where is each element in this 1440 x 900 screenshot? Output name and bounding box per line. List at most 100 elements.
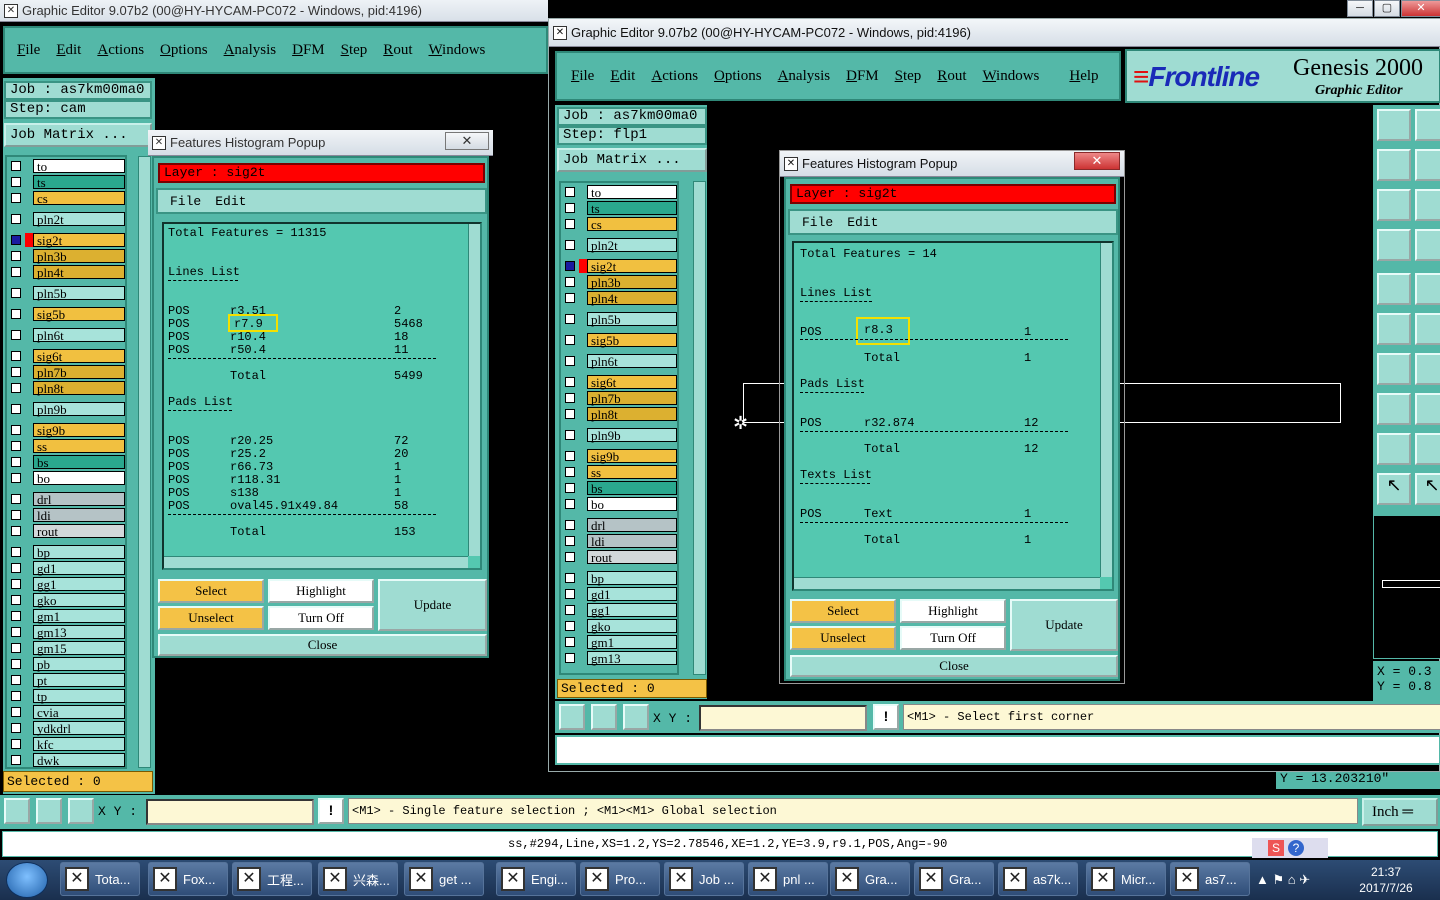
menu-windows[interactable]: Windows (428, 42, 485, 59)
layer-name[interactable]: bs (33, 455, 125, 470)
menu-dfm[interactable]: DFM (292, 42, 325, 59)
layer-checkbox[interactable] (11, 457, 21, 467)
measure-icon[interactable] (36, 798, 62, 824)
layer-row[interactable]: pln8t (7, 381, 125, 396)
menu-help[interactable]: Help (1069, 68, 1098, 85)
layer-checkbox[interactable] (11, 691, 21, 701)
layer-row[interactable]: pb (7, 657, 125, 672)
layer-row[interactable]: sig5b (7, 307, 125, 322)
layer-row[interactable]: bo (7, 471, 125, 486)
toolbar-icon-12[interactable] (1415, 313, 1440, 345)
measure-icon[interactable] (591, 704, 617, 730)
layer-checkbox[interactable] (565, 653, 575, 663)
layer-row[interactable]: bo (561, 497, 677, 512)
update-button[interactable]: Update (378, 579, 487, 631)
toolbar-icon-6[interactable] (1415, 189, 1440, 221)
layer-row[interactable]: kfc (7, 737, 125, 752)
layer-name[interactable]: pln5b (33, 286, 125, 301)
window1-titlebar[interactable]: ✕ Graphic Editor 9.07b2 (00@HY-HYCAM-PC0… (0, 0, 548, 22)
layer-row[interactable]: bs (7, 455, 125, 470)
menu-edit[interactable]: Edit (56, 42, 81, 59)
layer-name[interactable]: rout (587, 550, 677, 565)
layer-row[interactable]: gm1 (561, 635, 677, 650)
layer-row[interactable]: gd1 (7, 561, 125, 576)
layer-checkbox[interactable] (11, 659, 21, 669)
layer-row[interactable]: gd1 (561, 587, 677, 602)
vertical-scrollbar[interactable] (468, 224, 480, 556)
layer-name[interactable]: gm1 (33, 609, 125, 624)
taskbar-item[interactable]: ✕ Micr... (1086, 862, 1166, 896)
layer-checkbox[interactable] (565, 499, 575, 509)
layer-row[interactable]: ss (561, 465, 677, 480)
layer-checkbox[interactable] (565, 520, 575, 530)
highlight-button[interactable]: Highlight (268, 579, 374, 603)
toolbar-icon-7[interactable] (1377, 229, 1411, 261)
toolbar-icon-14[interactable] (1415, 353, 1440, 385)
layer-checkbox[interactable] (11, 707, 21, 717)
layer-row[interactable]: pln5b (7, 286, 125, 301)
layer-checkbox[interactable] (11, 235, 21, 245)
layer-row[interactable]: cs (7, 191, 125, 206)
layer-row[interactable]: sig6t (7, 349, 125, 364)
layer-row[interactable]: pln3b (561, 275, 677, 290)
layer-row[interactable]: pln2t (7, 212, 125, 227)
layer-row[interactable]: cs (561, 217, 677, 232)
layer-name[interactable]: pln5b (587, 312, 677, 327)
menu-rout[interactable]: Rout (937, 68, 966, 85)
toolbar-icon-2[interactable] (1415, 109, 1440, 141)
layer-name[interactable]: ss (33, 439, 125, 454)
layer-name[interactable]: pb (33, 657, 125, 672)
layer-name[interactable]: ts (33, 175, 125, 190)
layer-row[interactable]: bp (7, 545, 125, 560)
layer-row[interactable]: gko (561, 619, 677, 634)
layer-checkbox[interactable] (565, 335, 575, 345)
horizontal-scrollbar[interactable] (164, 556, 468, 568)
layer-checkbox[interactable] (11, 473, 21, 483)
grid-icon[interactable] (623, 704, 649, 730)
layer-name[interactable]: gm13 (33, 625, 125, 640)
layer-checkbox[interactable] (11, 611, 21, 621)
taskbar-item[interactable]: ✕ Engi... (496, 862, 576, 896)
menu-windows[interactable]: Windows (982, 68, 1039, 85)
layer-checkbox[interactable] (11, 441, 21, 451)
window2-titlebar[interactable]: ✕ Graphic Editor 9.07b2 (00@HY-HYCAM-PC0… (549, 19, 1440, 47)
layer-checkbox[interactable] (11, 579, 21, 589)
update-button[interactable]: Update (1010, 599, 1118, 651)
layer-name[interactable]: gko (33, 593, 125, 608)
layer-row[interactable]: gm13 (561, 651, 677, 666)
layer-checkbox[interactable] (11, 330, 21, 340)
layer-name[interactable]: tp (33, 689, 125, 704)
menu-dfm[interactable]: DFM (846, 68, 879, 85)
taskbar-item[interactable]: ✕ as7k... (998, 862, 1078, 896)
layer-name[interactable]: bp (33, 545, 125, 560)
menu-rout[interactable]: Rout (383, 42, 412, 59)
layer-row[interactable]: sig6t (561, 375, 677, 390)
layer-checkbox[interactable] (565, 187, 575, 197)
layer-name[interactable]: sig9b (33, 423, 125, 438)
layer-name[interactable]: sig6t (33, 349, 125, 364)
taskbar-item[interactable]: ✕ Gra... (830, 862, 910, 896)
layer-name[interactable]: gko (587, 619, 677, 634)
select-button[interactable]: Select (158, 579, 264, 603)
layer-checkbox[interactable] (11, 595, 21, 605)
layer-checkbox[interactable] (565, 240, 575, 250)
toolbar-icon-5[interactable] (1377, 189, 1411, 221)
popup1-menu-file[interactable]: File (170, 194, 201, 209)
layer-name[interactable]: pln2t (33, 212, 125, 227)
layer-checkbox[interactable] (565, 314, 575, 324)
layer-checkbox[interactable] (11, 510, 21, 520)
taskbar-item[interactable]: ✕ as7... (1170, 862, 1250, 896)
menu-analysis[interactable]: Analysis (224, 42, 277, 59)
turn-off-button[interactable]: Turn Off (900, 626, 1006, 650)
layer-checkbox[interactable] (11, 755, 21, 765)
xy-input[interactable] (146, 799, 314, 825)
layer-checkbox[interactable] (565, 467, 575, 477)
menu-analysis[interactable]: Analysis (778, 68, 831, 85)
pointer-icon-2[interactable]: ↖ (1415, 473, 1440, 505)
layer-row[interactable]: sig5b (561, 333, 677, 348)
layer-checkbox[interactable] (565, 261, 575, 271)
layer-name[interactable]: pln8t (33, 381, 125, 396)
layer-name[interactable]: drl (33, 492, 125, 507)
layer-checkbox[interactable] (11, 627, 21, 637)
toolbar-icon-9[interactable] (1377, 273, 1411, 305)
